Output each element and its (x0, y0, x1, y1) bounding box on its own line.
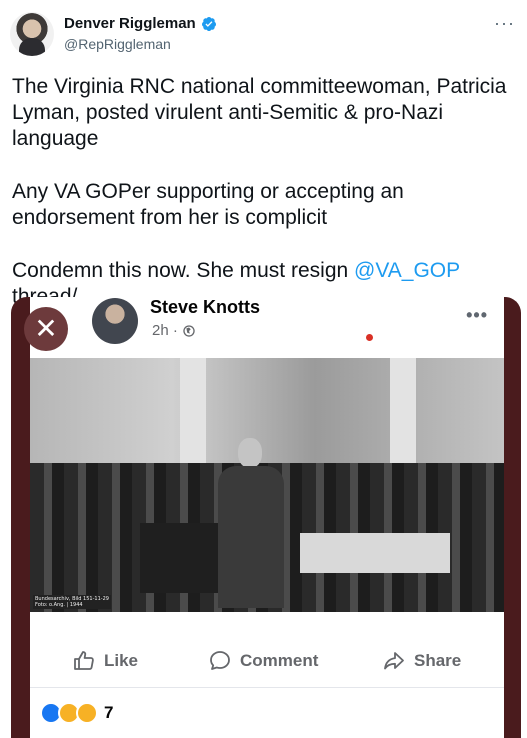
photo-man-body (218, 466, 284, 608)
tweet-paragraph-1: The Virginia RNC national committeewoman… (12, 75, 507, 150)
photo-caption-line-2: Foto: o.Ang. | 1944 (35, 602, 83, 608)
avatar[interactable] (10, 12, 54, 56)
photo-man-head (238, 438, 262, 468)
fb-like-action: Like (72, 649, 138, 673)
facebook-post-screenshot: Steve Knotts 2h · ••• Bundesarchiv, Bild… (30, 297, 504, 738)
fb-like-label: Like (104, 651, 139, 670)
fb-share-action: Share (382, 649, 461, 673)
mention-link[interactable]: @VA_GOP (354, 259, 460, 282)
fb-divider (30, 687, 504, 688)
notification-dot (366, 334, 373, 341)
fb-author-name: Steve Knotts (150, 297, 261, 317)
fb-more-icon: ••• (466, 305, 488, 325)
fb-author-avatar (92, 298, 138, 344)
tweet-text: The Virginia RNC national committeewoman… (12, 74, 517, 310)
fb-post-meta: 2h · (152, 322, 196, 339)
tweet: Denver Riggleman @RepRiggleman ··· The V… (0, 0, 527, 738)
share-arrow-icon (384, 652, 404, 670)
verified-badge-icon (201, 16, 216, 31)
photo-standing-man (214, 438, 288, 608)
more-horizontal-icon[interactable]: ··· (494, 14, 515, 32)
courtroom-photo: Bundesarchiv, Bild 151-11-29 Foto: o.Ang… (30, 358, 504, 612)
close-icon[interactable]: ✕ (24, 307, 68, 351)
fb-action-bar: Like Comment Share (30, 643, 504, 683)
fb-comment-label: Comment (240, 651, 319, 670)
fb-reactions: 7 (40, 702, 113, 724)
fb-reaction-count: 7 (104, 703, 114, 722)
tweet-paragraph-2: Any VA GOPer supporting or accepting an … (12, 180, 404, 229)
globe-icon (183, 324, 195, 337)
tweet-media-image[interactable]: ✕ Steve Knotts 2h · ••• Bundesarchiv, Bi… (11, 297, 521, 738)
photo-desk (300, 533, 450, 573)
display-name[interactable]: Denver Riggleman (64, 15, 196, 32)
comment-bubble-icon (210, 651, 230, 670)
haha-reaction-icon (76, 702, 98, 724)
author-name-row: Denver Riggleman (64, 15, 217, 32)
tweet-paragraph-3-text: Condemn this now. She must resign (12, 259, 355, 282)
fb-comment-action: Comment (208, 649, 318, 673)
handle[interactable]: @RepRiggleman (64, 36, 171, 52)
fb-share-label: Share (414, 651, 462, 670)
fb-post-time: 2h · (152, 322, 178, 339)
thumbs-up-icon (74, 651, 94, 670)
photo-caption: Bundesarchiv, Bild 151-11-29 Foto: o.Ang… (33, 595, 111, 609)
